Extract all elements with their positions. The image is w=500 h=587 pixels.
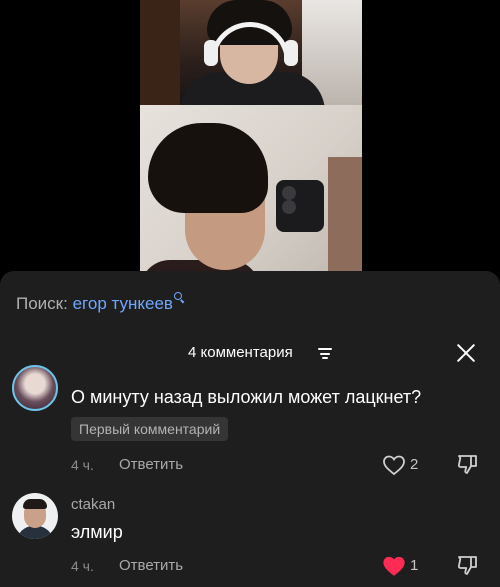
- comment-count: 4 комментария: [188, 344, 293, 361]
- reply-button[interactable]: Ответить: [119, 557, 183, 575]
- phone-icon: [276, 180, 324, 232]
- comment-text: элмир: [71, 522, 123, 542]
- like-count: 2: [410, 456, 419, 473]
- dislike-icon[interactable]: [456, 553, 480, 577]
- headset-cup-left: [204, 40, 218, 66]
- search-prefix: Поиск:: [16, 294, 68, 313]
- video-player[interactable]: [0, 0, 500, 290]
- search-query-link[interactable]: егор тункеев: [73, 294, 173, 313]
- heart-outline-icon: [383, 455, 405, 476]
- comment-author[interactable]: ctakan: [71, 496, 115, 514]
- heart-filled-icon: [383, 556, 405, 576]
- headset-cup-right: [284, 40, 298, 66]
- avatar[interactable]: [12, 365, 58, 411]
- comments-header: 4 комментария: [0, 341, 500, 365]
- search-suggestion[interactable]: Поиск: егор тункеев: [16, 292, 185, 315]
- comments-sheet: Поиск: егор тункеев 4 комментария О мину…: [0, 271, 500, 587]
- comment-time: 4 ч.: [71, 558, 94, 574]
- dislike-icon[interactable]: [456, 452, 480, 476]
- comment-text: О минуту назад выложил может лацкнет?: [71, 387, 422, 407]
- close-icon[interactable]: [456, 343, 476, 363]
- video-frame-bottom: [140, 105, 362, 290]
- first-comment-badge: Первый комментарий: [71, 417, 229, 441]
- background-door: [140, 0, 180, 105]
- video-frame-top: [140, 0, 362, 105]
- search-icon: [173, 292, 185, 304]
- comment-time: 4 ч.: [71, 457, 94, 473]
- reply-button[interactable]: Ответить: [119, 456, 183, 474]
- like-count: 1: [410, 557, 419, 574]
- sort-icon[interactable]: [318, 348, 332, 359]
- avatar[interactable]: [12, 493, 58, 539]
- person-bottom-hair: [148, 123, 268, 213]
